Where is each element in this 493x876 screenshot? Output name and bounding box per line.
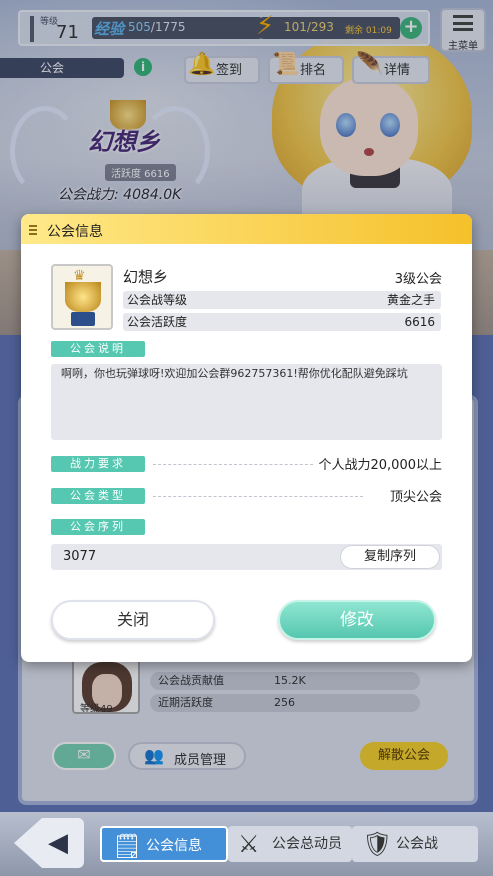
close-button[interactable]: 关闭	[51, 600, 215, 640]
trophy-base	[71, 312, 95, 326]
guild-activity-label: 公会活跃度	[127, 315, 188, 329]
guild-war-level-label: 公会战等级	[127, 293, 188, 307]
tab-guild-mobilize[interactable]: ⚔ 公会总动员	[228, 826, 352, 862]
grip-icon	[29, 223, 37, 235]
tab-guild-mobilize-label: 公会总动员	[272, 836, 342, 852]
guild-info-dialog: 公会信息 ♛ 幻想乡 3级公会 公会战等级 黄金之手 公会活跃度 6616 公会…	[21, 214, 472, 662]
serial-box: 3077 复制序列	[51, 544, 442, 570]
divider	[153, 496, 363, 497]
guild-activity-row: 公会活跃度 6616	[123, 313, 441, 331]
serial-value: 3077	[63, 549, 97, 564]
modify-button[interactable]: 修改	[278, 600, 436, 640]
guild-war-level-value: 黄金之手	[386, 293, 435, 307]
description-text: 啊咧，你也玩弹球呀!欢迎加公会群962757361!帮你优化配队避免踩坑	[51, 364, 442, 440]
tab-guild-info[interactable]: 🗒 公会信息	[100, 826, 228, 862]
shield-icon: 🛡	[362, 830, 393, 858]
guild-name: 幻想乡	[123, 268, 169, 286]
guild-type-value: 顶尖公会	[389, 490, 442, 505]
back-arrow-icon: ◀	[48, 828, 68, 858]
guild-type-label: 公会类型	[51, 488, 145, 504]
tab-guild-war[interactable]: 🛡 公会战	[352, 826, 478, 862]
document-icon: 🗒	[112, 832, 143, 860]
power-req-label: 战力要求	[51, 456, 145, 472]
divider	[153, 464, 313, 465]
copy-serial-button[interactable]: 复制序列	[340, 545, 440, 569]
dialog-header: 公会信息	[21, 214, 472, 244]
guild-level: 3级公会	[394, 272, 442, 287]
swords-icon: ⚔	[238, 830, 260, 858]
tab-guild-war-label: 公会战	[396, 836, 438, 852]
description-label: 公会说明	[51, 341, 145, 357]
trophy-icon	[65, 282, 101, 312]
dialog-title: 公会信息	[47, 224, 103, 240]
guild-war-level-row: 公会战等级 黄金之手	[123, 291, 441, 309]
tab-guild-info-label: 公会信息	[146, 838, 202, 854]
power-req-value: 个人战力20,000以上	[318, 458, 443, 473]
guild-logo: ♛	[51, 264, 113, 330]
serial-label: 公会序列	[51, 519, 145, 535]
guild-activity-value: 6616	[404, 315, 435, 329]
